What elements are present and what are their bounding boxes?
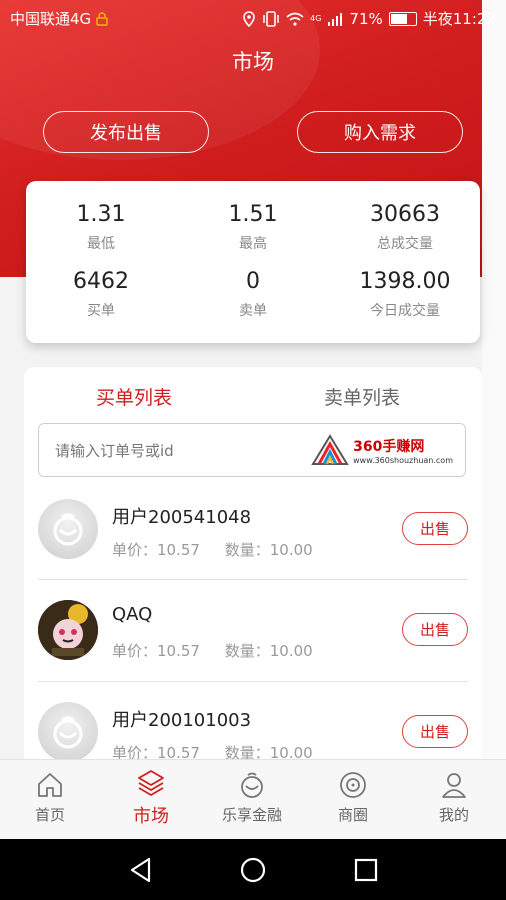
tab-mine[interactable]: 我的 (404, 770, 504, 825)
tab-sell-list[interactable]: 卖单列表 (324, 383, 400, 410)
order-list-card: 买单列表 卖单列表 360手赚网 www.360shouzhuan.com 用户… (24, 367, 482, 767)
sell-button[interactable]: 出售 (402, 512, 468, 545)
tab-business-circle[interactable]: 商圈 (303, 770, 403, 825)
divider (38, 579, 468, 580)
price-text: 单价：10.57 (112, 541, 200, 559)
stat-value: 1.51 (228, 202, 278, 227)
stat-label: 最低 (87, 236, 115, 252)
avatar (38, 702, 98, 762)
publish-sale-button[interactable]: 发布出售 (43, 111, 209, 153)
vibrate-icon (263, 10, 279, 27)
bottom-tab-bar: 首页 市场 乐享金融 商圈 我的 (0, 759, 506, 839)
stat-label: 今日成交量 (370, 303, 440, 319)
recents-icon[interactable] (352, 856, 380, 884)
tab-label: 我的 (438, 806, 469, 824)
tab-label: 商圈 (337, 806, 368, 824)
default-avatar-icon (53, 716, 83, 749)
tab-label: 乐享金融 (221, 806, 282, 824)
home-icon (38, 773, 62, 797)
stat-lowest: 1.31 最低 (26, 202, 176, 253)
scroll-strip (482, 0, 506, 760)
watermark-url: www.360shouzhuan.com (353, 455, 453, 465)
home-circle-icon[interactable] (239, 856, 267, 884)
system-nav-bar (0, 839, 506, 900)
list-item: 用户200541048 单价：10.57 数量：10.00 出售 (38, 499, 468, 599)
list-item: QAQ 单价：10.57 数量：10.00 出售 (38, 600, 468, 700)
list-item: 用户200101003 单价：10.57 数量：10.00 出售 (38, 702, 468, 767)
tab-buy-list[interactable]: 买单列表 (96, 383, 172, 410)
location-icon (243, 10, 255, 27)
search-input[interactable] (53, 424, 337, 478)
battery-icon (388, 11, 417, 26)
avatar (38, 499, 98, 559)
stat-value: 6462 (73, 269, 129, 294)
carrier-text: 中国联通4G (10, 10, 92, 28)
tab-label: 首页 (34, 806, 65, 824)
stat-buy-orders: 6462 买单 (26, 269, 176, 320)
back-icon[interactable] (127, 856, 155, 884)
tab-finance[interactable]: 乐享金融 (202, 770, 302, 825)
wifi-icon (286, 12, 304, 26)
watermark: 360手赚网 www.360shouzhuan.com (311, 434, 453, 466)
buy-demand-button[interactable]: 购入需求 (297, 111, 463, 153)
layers-icon (138, 770, 164, 797)
stat-label: 卖单 (239, 303, 267, 319)
stat-value: 30663 (370, 202, 440, 227)
lock-hd-icon (96, 11, 108, 26)
tab-label: 市场 (133, 806, 169, 827)
tab-home[interactable]: 首页 (0, 770, 100, 825)
sell-button[interactable]: 出售 (402, 715, 468, 748)
watermark-logo-icon (311, 434, 349, 465)
clock-time: 半夜11:22 (422, 10, 496, 28)
page-title: 市场 (232, 50, 274, 74)
status-bar: 中国联通4G 4G 71% 半夜11:22 (0, 0, 506, 36)
stat-label: 最高 (239, 236, 267, 252)
order-meta: 单价：10.57 数量：10.00 (112, 539, 333, 560)
stat-value: 0 (246, 269, 260, 294)
user-icon (442, 773, 466, 798)
stat-total-volume: 30663 总成交量 (330, 202, 480, 253)
stat-sell-orders: 0 卖单 (178, 269, 328, 320)
user-avatar-image (38, 600, 98, 660)
signal-icon (328, 12, 343, 26)
battery-percent: 71% (349, 9, 383, 28)
stat-label: 总成交量 (377, 236, 433, 252)
user-name: 用户200101003 (112, 710, 252, 731)
stat-value: 1398.00 (359, 269, 451, 294)
stat-today-volume: 1398.00 今日成交量 (330, 269, 480, 320)
stat-highest: 1.51 最高 (178, 202, 328, 253)
signal-tag: 4G (310, 14, 322, 23)
default-avatar-icon (53, 513, 83, 546)
qty-text: 数量：10.00 (224, 541, 313, 559)
stat-value: 1.31 (76, 202, 126, 227)
tab-market[interactable]: 市场 (101, 768, 201, 828)
user-name: QAQ (112, 604, 153, 625)
watermark-name: 360手赚网 (353, 438, 425, 455)
stat-label: 买单 (87, 303, 115, 319)
price-text: 单价：10.57 (112, 642, 200, 660)
qty-text: 数量：10.00 (224, 642, 313, 660)
sell-button[interactable]: 出售 (402, 613, 468, 646)
user-name: 用户200541048 (112, 507, 252, 528)
divider (38, 681, 468, 682)
finance-icon (241, 772, 263, 798)
circle-target-icon (340, 772, 366, 798)
market-stats-card: 1.31 最低 1.51 最高 30663 总成交量 6462 买单 0 卖单 … (26, 181, 480, 343)
order-meta: 单价：10.57 数量：10.00 (112, 640, 333, 661)
search-box: 360手赚网 www.360shouzhuan.com (38, 423, 466, 478)
avatar (38, 600, 98, 660)
